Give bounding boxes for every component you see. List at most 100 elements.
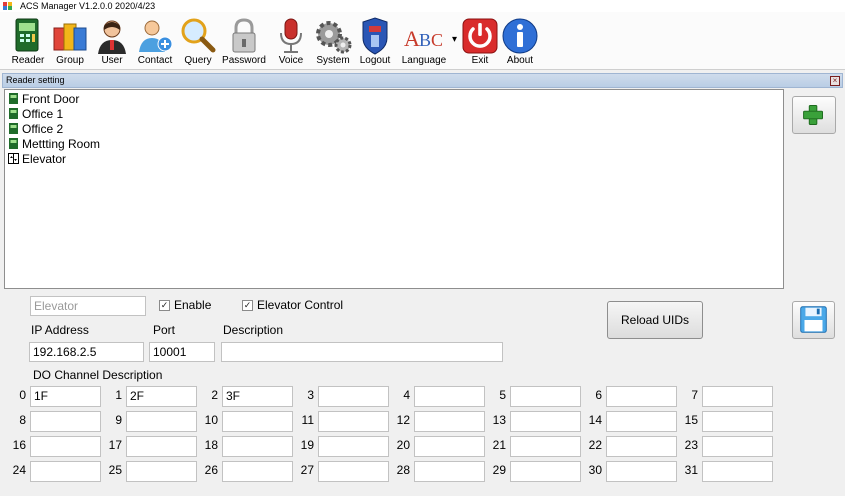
channel-number-0: 0 xyxy=(19,388,26,402)
channel-input-5[interactable] xyxy=(510,386,581,407)
save-button[interactable] xyxy=(792,301,835,339)
channel-input-23[interactable] xyxy=(702,436,773,457)
info-icon xyxy=(502,18,538,54)
channel-number-12: 12 xyxy=(396,413,410,427)
channel-input-16[interactable] xyxy=(30,436,101,457)
channel-input-2[interactable]: 3F xyxy=(222,386,293,407)
close-icon[interactable]: × xyxy=(830,76,840,86)
svg-text:A: A xyxy=(404,26,420,51)
plus-icon xyxy=(803,105,823,125)
channel-input-10[interactable] xyxy=(222,411,293,432)
toolbar-user-button[interactable]: User xyxy=(92,16,132,68)
enable-checkbox[interactable]: ✓ xyxy=(159,300,170,311)
channel-input-29[interactable] xyxy=(510,461,581,482)
channel-input-13[interactable] xyxy=(510,411,581,432)
toolbar-voice-button[interactable]: Voice xyxy=(272,16,310,68)
reader-node-icon xyxy=(9,138,18,149)
app-icon xyxy=(3,2,12,10)
ip-address-label: IP Address xyxy=(31,323,89,337)
channel-number-24: 24 xyxy=(12,463,26,477)
toolbar-reader-button[interactable]: Reader xyxy=(6,16,50,68)
channel-input-27[interactable] xyxy=(318,461,389,482)
channel-input-28[interactable] xyxy=(414,461,485,482)
channel-number-27: 27 xyxy=(300,463,314,477)
toolbar-exit-label: Exit xyxy=(471,55,489,66)
ip-address-input[interactable]: 192.168.2.5 xyxy=(29,342,144,362)
language-dropdown-icon[interactable]: ▾ xyxy=(452,34,457,45)
reader-name-input[interactable]: Elevator xyxy=(30,296,146,316)
toolbar-reader-label: Reader xyxy=(11,55,45,66)
channel-input-26[interactable] xyxy=(222,461,293,482)
channel-input-4[interactable] xyxy=(414,386,485,407)
toolbar-logout-button[interactable]: Logout xyxy=(355,16,395,68)
channel-input-7[interactable] xyxy=(702,386,773,407)
channel-input-22[interactable] xyxy=(606,436,677,457)
channel-input-8[interactable] xyxy=(30,411,101,432)
reader-node-icon xyxy=(9,108,18,119)
reader-tree[interactable]: Front Door Office 1 Office 2 Mettting Ro… xyxy=(4,89,784,289)
toolbar-exit-button[interactable]: Exit xyxy=(460,16,500,68)
power-icon xyxy=(462,18,498,54)
toolbar-query-label: Query xyxy=(184,55,212,66)
channel-number-26: 26 xyxy=(204,463,218,477)
channel-input-0[interactable]: 1F xyxy=(30,386,101,407)
channel-input-6[interactable] xyxy=(606,386,677,407)
do-channel-description-label: DO Channel Description xyxy=(33,368,163,382)
channel-input-31[interactable] xyxy=(702,461,773,482)
tree-item-front-door[interactable]: Front Door xyxy=(8,92,79,107)
channel-input-19[interactable] xyxy=(318,436,389,457)
channel-input-21[interactable] xyxy=(510,436,581,457)
channel-input-14[interactable] xyxy=(606,411,677,432)
enable-label: Enable xyxy=(174,298,212,312)
channel-input-25[interactable] xyxy=(126,461,197,482)
svg-text:B: B xyxy=(419,30,431,50)
channel-input-11[interactable] xyxy=(318,411,389,432)
toolbar-group-button[interactable]: Group xyxy=(50,16,90,68)
channel-number-2: 2 xyxy=(211,388,218,402)
channel-number-30: 30 xyxy=(588,463,602,477)
channel-input-3[interactable] xyxy=(318,386,389,407)
contact-icon xyxy=(139,20,173,52)
toolbar-contact-button[interactable]: Contact xyxy=(134,16,176,68)
channel-input-20[interactable] xyxy=(414,436,485,457)
tree-item-elevator[interactable]: Elevator xyxy=(8,152,66,167)
channel-number-11: 11 xyxy=(301,413,314,427)
port-label: Port xyxy=(153,323,176,337)
toolbar-system-button[interactable]: System xyxy=(313,16,353,68)
channel-input-17[interactable] xyxy=(126,436,197,457)
channel-number-28: 28 xyxy=(396,463,410,477)
channel-number-22: 22 xyxy=(588,438,602,452)
channel-input-15[interactable] xyxy=(702,411,773,432)
description-input[interactable] xyxy=(221,342,503,362)
channel-number-17: 17 xyxy=(108,438,122,452)
elevator-control-checkbox[interactable]: ✓ xyxy=(242,300,253,311)
toolbar-query-button[interactable]: Query xyxy=(178,16,218,68)
title-bar: ACS Manager V1.2.0.0 2020/4/23 xyxy=(0,0,845,12)
tree-item-office-2[interactable]: Office 2 xyxy=(8,122,63,137)
panel-title: Reader setting xyxy=(6,75,65,85)
channel-input-9[interactable] xyxy=(126,411,197,432)
port-input[interactable]: 10001 xyxy=(149,342,215,362)
channel-input-12[interactable] xyxy=(414,411,485,432)
channel-input-30[interactable] xyxy=(606,461,677,482)
channel-number-7: 7 xyxy=(691,388,698,402)
channel-input-18[interactable] xyxy=(222,436,293,457)
toolbar-language-label: Language xyxy=(401,55,447,66)
add-reader-button[interactable] xyxy=(792,96,836,134)
channel-number-31: 31 xyxy=(684,463,698,477)
channel-number-4: 4 xyxy=(403,388,410,402)
toolbar-language-button[interactable]: A B C Language xyxy=(398,16,450,68)
channel-number-1: 1 xyxy=(115,388,122,402)
channel-number-23: 23 xyxy=(684,438,698,452)
tree-item-office-1[interactable]: Office 1 xyxy=(8,107,63,122)
toolbar-password-button[interactable]: Password xyxy=(220,16,268,68)
toolbar-system-label: System xyxy=(316,55,350,66)
toolbar-about-button[interactable]: About xyxy=(500,16,540,68)
channel-input-1[interactable]: 2F xyxy=(126,386,197,407)
language-icon: A B C xyxy=(404,26,443,51)
channel-number-19: 19 xyxy=(300,438,314,452)
reload-uids-button[interactable]: Reload UIDs xyxy=(607,301,703,339)
tree-item-meeting-room[interactable]: Mettting Room xyxy=(8,137,100,152)
toolbar-contact-label: Contact xyxy=(137,55,173,66)
channel-input-24[interactable] xyxy=(30,461,101,482)
